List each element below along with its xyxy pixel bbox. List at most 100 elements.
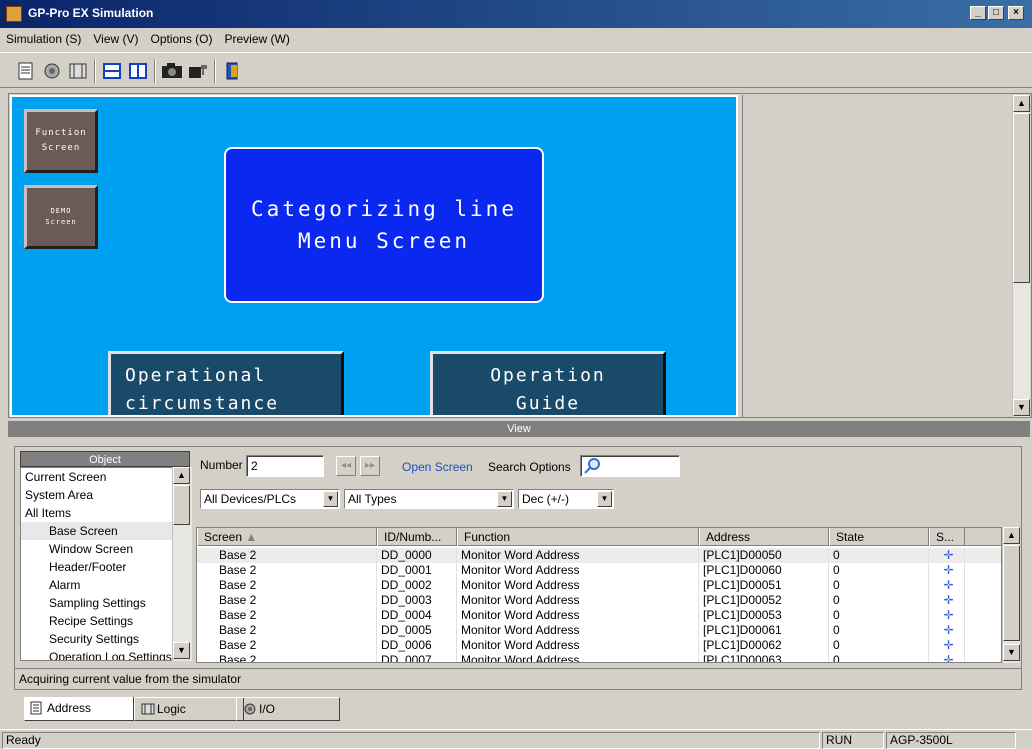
object-item-header-footer[interactable]: Header/Footer bbox=[21, 558, 173, 576]
cell-address: [PLC1]D00053 bbox=[699, 608, 829, 623]
address-monitor-icon[interactable] bbox=[14, 59, 38, 83]
object-item-window-screen[interactable]: Window Screen bbox=[21, 540, 173, 558]
search-options-label: Search Options bbox=[488, 460, 571, 474]
table-row[interactable]: Base 2 DD_0001 Monitor Word Address [PLC… bbox=[197, 563, 1001, 578]
devices-dropdown[interactable]: All Devices/PLCs ▼ bbox=[200, 489, 340, 509]
view-scrollbar[interactable]: ▲ ▼ bbox=[1012, 95, 1030, 417]
maximize-button[interactable]: □ bbox=[988, 6, 1004, 20]
next-screen-button[interactable]: ▸▸ bbox=[360, 456, 380, 476]
object-scroll-thumb[interactable] bbox=[173, 485, 190, 525]
previous-screen-button[interactable]: ◂◂ bbox=[336, 456, 356, 476]
search-input[interactable] bbox=[580, 455, 680, 477]
address-table[interactable]: Screen ▲ ID/Numb... Function Address Sta… bbox=[196, 527, 1002, 663]
split-vertical-icon[interactable] bbox=[126, 59, 150, 83]
settings-tool-icon[interactable] bbox=[186, 59, 210, 83]
object-item-system-area[interactable]: System Area bbox=[21, 486, 173, 504]
devices-dropdown-value: All Devices/PLCs bbox=[204, 492, 297, 506]
cell-screen: Base 2 bbox=[197, 563, 377, 578]
chevron-down-icon[interactable]: ▼ bbox=[597, 491, 612, 507]
logic-monitor-icon[interactable] bbox=[66, 59, 90, 83]
cell-id: DD_0000 bbox=[377, 548, 457, 563]
column-screen-label: Screen bbox=[204, 530, 243, 544]
split-horizontal-icon[interactable] bbox=[100, 59, 124, 83]
object-item-base-screen[interactable]: Base Screen bbox=[21, 522, 173, 540]
camera-icon[interactable] bbox=[160, 59, 184, 83]
scroll-up-button[interactable]: ▲ bbox=[1013, 95, 1030, 112]
tab-io[interactable]: I/O bbox=[236, 697, 340, 721]
function-screen-button[interactable]: Function Screen bbox=[24, 109, 98, 173]
table-row[interactable]: Base 2 DD_0003 Monitor Word Address [PLC… bbox=[197, 593, 1001, 608]
title-bar: GP-Pro EX Simulation _ □ × bbox=[0, 0, 1032, 28]
object-item-operation-log-settings[interactable]: Operation Log Settings bbox=[21, 648, 173, 660]
column-state[interactable]: State bbox=[829, 528, 929, 546]
pin-icon[interactable]: ✛ bbox=[929, 548, 965, 563]
table-row[interactable]: Base 2 DD_0002 Monitor Word Address [PLC… bbox=[197, 578, 1001, 593]
pin-icon[interactable]: ✛ bbox=[929, 623, 965, 638]
object-item-sampling-settings[interactable]: Sampling Settings bbox=[21, 594, 173, 612]
pin-icon[interactable]: ✛ bbox=[929, 578, 965, 593]
column-screen[interactable]: Screen ▲ bbox=[197, 528, 377, 546]
table-scrollbar[interactable]: ▲ ▼ bbox=[1002, 527, 1020, 663]
scroll-thumb[interactable] bbox=[1013, 113, 1030, 283]
chevron-down-icon[interactable]: ▼ bbox=[497, 491, 512, 507]
column-address[interactable]: Address bbox=[699, 528, 829, 546]
menu-view[interactable]: View (V) bbox=[87, 28, 144, 46]
tab-io-label: I/O bbox=[259, 702, 276, 716]
exit-door-icon[interactable] bbox=[220, 59, 244, 83]
hmi-screen[interactable]: Function Screen DEMO Screen Categorizing… bbox=[10, 95, 738, 417]
chevron-down-icon[interactable]: ▼ bbox=[323, 491, 338, 507]
table-scroll-thumb[interactable] bbox=[1003, 545, 1020, 641]
table-row[interactable]: Base 2 DD_0005 Monitor Word Address [PLC… bbox=[197, 623, 1001, 638]
object-item-alarm[interactable]: Alarm bbox=[21, 576, 173, 594]
format-dropdown[interactable]: Dec (+/-) ▼ bbox=[518, 489, 614, 509]
minimize-button[interactable]: _ bbox=[970, 6, 986, 20]
cell-address: [PLC1]D00050 bbox=[699, 548, 829, 563]
scroll-down-button[interactable]: ▼ bbox=[1013, 399, 1030, 416]
operation-guide-button[interactable]: Operation Guide bbox=[430, 351, 666, 415]
close-button[interactable]: × bbox=[1008, 6, 1024, 20]
menu-title-line2: Menu Screen bbox=[297, 229, 471, 253]
number-input[interactable]: 2 bbox=[246, 455, 324, 477]
column-id[interactable]: ID/Numb... bbox=[377, 528, 457, 546]
run-status: RUN bbox=[822, 732, 884, 749]
column-s[interactable]: S... bbox=[929, 528, 965, 546]
cell-address: [PLC1]D00060 bbox=[699, 563, 829, 578]
cell-address: [PLC1]D00062 bbox=[699, 638, 829, 653]
cell-address: [PLC1]D00051 bbox=[699, 578, 829, 593]
pin-icon[interactable]: ✛ bbox=[929, 593, 965, 608]
object-list[interactable]: Current Screen System Area All Items Bas… bbox=[20, 467, 192, 661]
types-dropdown[interactable]: All Types ▼ bbox=[344, 489, 514, 509]
pin-icon[interactable]: ✛ bbox=[929, 608, 965, 623]
object-list-scrollbar[interactable]: ▲ ▼ bbox=[172, 467, 192, 661]
table-scroll-up-button[interactable]: ▲ bbox=[1003, 527, 1020, 544]
pin-icon[interactable]: ✛ bbox=[929, 638, 965, 653]
io-monitor-icon[interactable] bbox=[40, 59, 64, 83]
demo-screen-button[interactable]: DEMO Screen bbox=[24, 185, 98, 249]
object-item-all-items[interactable]: All Items bbox=[21, 504, 173, 522]
pin-icon[interactable]: ✛ bbox=[929, 563, 965, 578]
table-row[interactable]: Base 2 DD_0004 Monitor Word Address [PLC… bbox=[197, 608, 1001, 623]
table-row[interactable]: Base 2 DD_0006 Monitor Word Address [PLC… bbox=[197, 638, 1001, 653]
open-screen-link[interactable]: Open Screen bbox=[402, 460, 473, 474]
table-row[interactable]: Base 2 DD_0007 Monitor Word Address [PLC… bbox=[197, 653, 1001, 662]
menu-bar: Simulation (S) View (V) Options (O) Preview… bbox=[0, 28, 1032, 50]
cell-address: [PLC1]D00052 bbox=[699, 593, 829, 608]
pin-icon[interactable]: ✛ bbox=[929, 653, 965, 662]
function-button-line2: Screen bbox=[41, 143, 81, 153]
table-row[interactable]: Base 2 DD_0000 Monitor Word Address [PLC… bbox=[197, 548, 1001, 563]
search-icon[interactable] bbox=[583, 457, 601, 475]
object-scroll-up-button[interactable]: ▲ bbox=[173, 467, 190, 484]
menu-options[interactable]: Options (O) bbox=[144, 28, 218, 46]
tab-logic[interactable]: Logic bbox=[134, 697, 244, 721]
object-item-recipe-settings[interactable]: Recipe Settings bbox=[21, 612, 173, 630]
object-item-security-settings[interactable]: Security Settings bbox=[21, 630, 173, 648]
cell-state: 0 bbox=[829, 578, 929, 593]
tab-address[interactable]: Address bbox=[24, 697, 134, 721]
object-item-current-screen[interactable]: Current Screen bbox=[21, 468, 173, 486]
operational-circumstance-button[interactable]: Operational circumstance bbox=[108, 351, 344, 415]
table-scroll-down-button[interactable]: ▼ bbox=[1003, 644, 1020, 661]
object-scroll-down-button[interactable]: ▼ bbox=[173, 642, 190, 659]
menu-preview[interactable]: Preview (W) bbox=[219, 28, 296, 46]
column-function[interactable]: Function bbox=[457, 528, 699, 546]
menu-simulation[interactable]: Simulation (S) bbox=[0, 28, 87, 46]
